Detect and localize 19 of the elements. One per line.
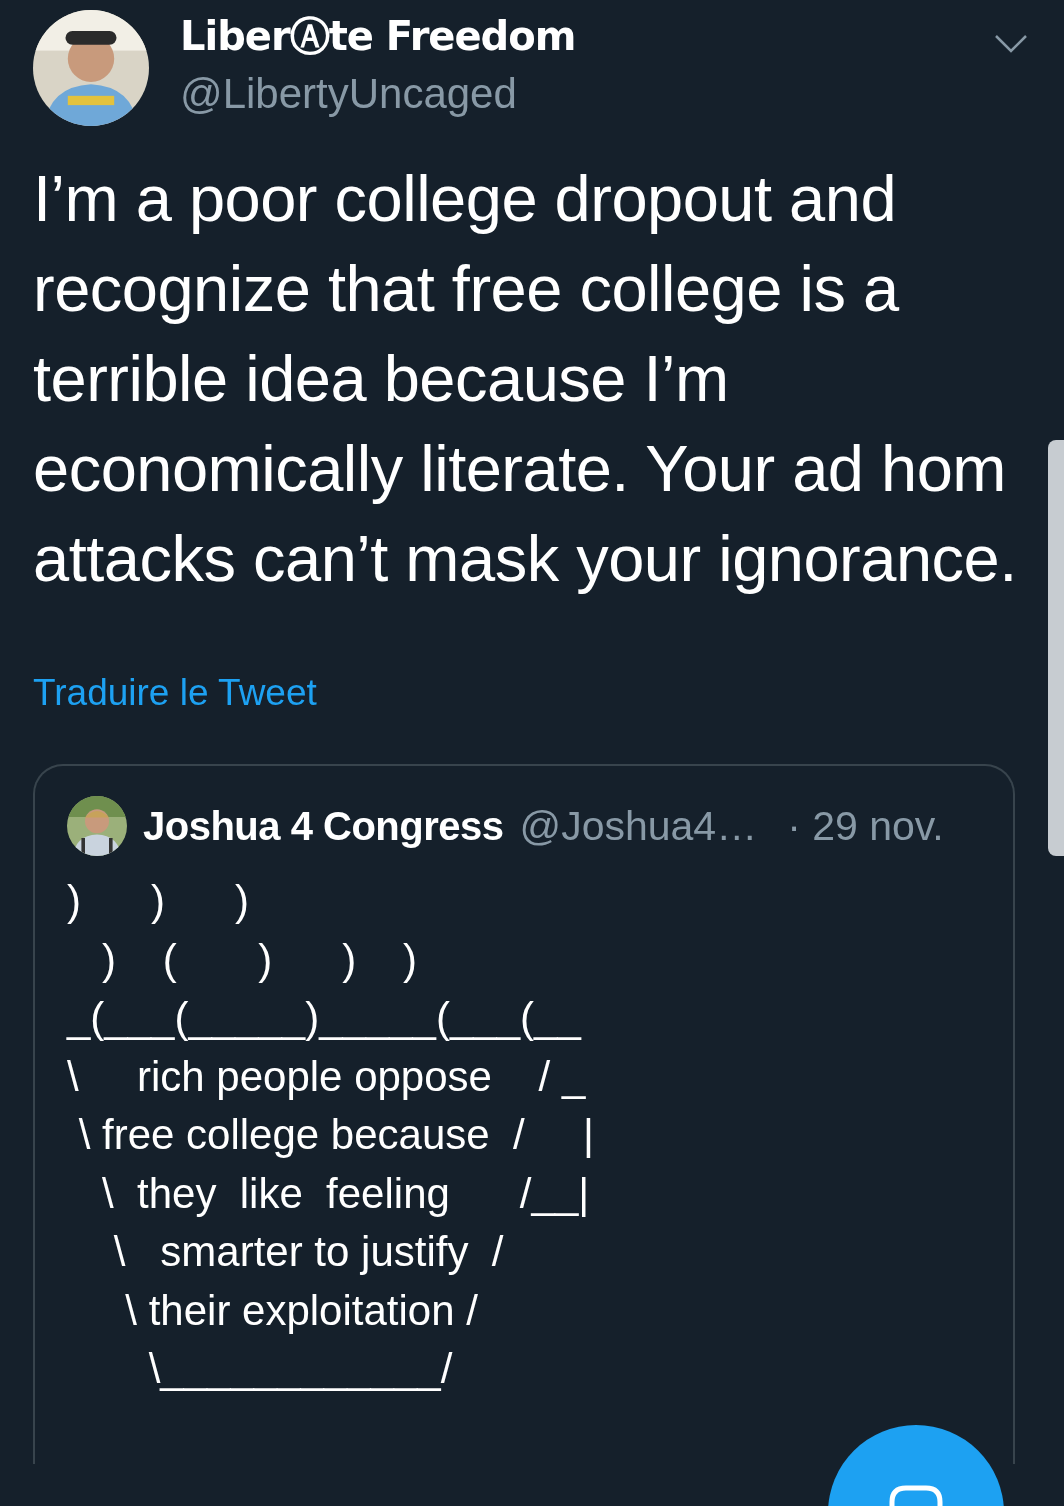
ascii-art-line: ) ( ) ) ) xyxy=(101,934,418,985)
ascii-art-line: \ free college because / | xyxy=(77,1110,595,1160)
translate-link[interactable]: Traduire le Tweet xyxy=(33,672,317,714)
chevron-down-icon[interactable] xyxy=(994,34,1028,54)
ascii-art-line: ) ) ) xyxy=(67,876,250,926)
quoted-author-name: Joshua 4 Congress xyxy=(143,803,504,849)
author-name[interactable]: LiberⒶte Freedom xyxy=(180,8,963,64)
chat-bubble-icon xyxy=(888,1484,944,1506)
ascii-art-line: \ smarter to justify / xyxy=(112,1227,505,1277)
ascii-art-line: \____________/ xyxy=(147,1344,454,1394)
author-handle[interactable]: @LibertyUncaged xyxy=(180,69,963,118)
ascii-art-line: \ they like feeling /__| xyxy=(101,1168,591,1219)
scrollbar-thumb[interactable] xyxy=(1048,440,1064,856)
quoted-author-handle: @Joshua4… xyxy=(519,802,758,850)
tweet-text: I’m a poor college dropout and recognize that free college is a terrible idea because I’m economically literate. Your ad hom attacks can’t mask your ignorance. xyxy=(32,161,1018,597)
ascii-art-line: _(___(_____)_____(___(__ xyxy=(67,993,583,1043)
quoted-date: · 29 nov. xyxy=(787,802,944,850)
ascii-art-line: \ their exploitation / xyxy=(124,1285,479,1336)
ascii-art-line: \ rich people oppose / _ xyxy=(67,1051,587,1102)
